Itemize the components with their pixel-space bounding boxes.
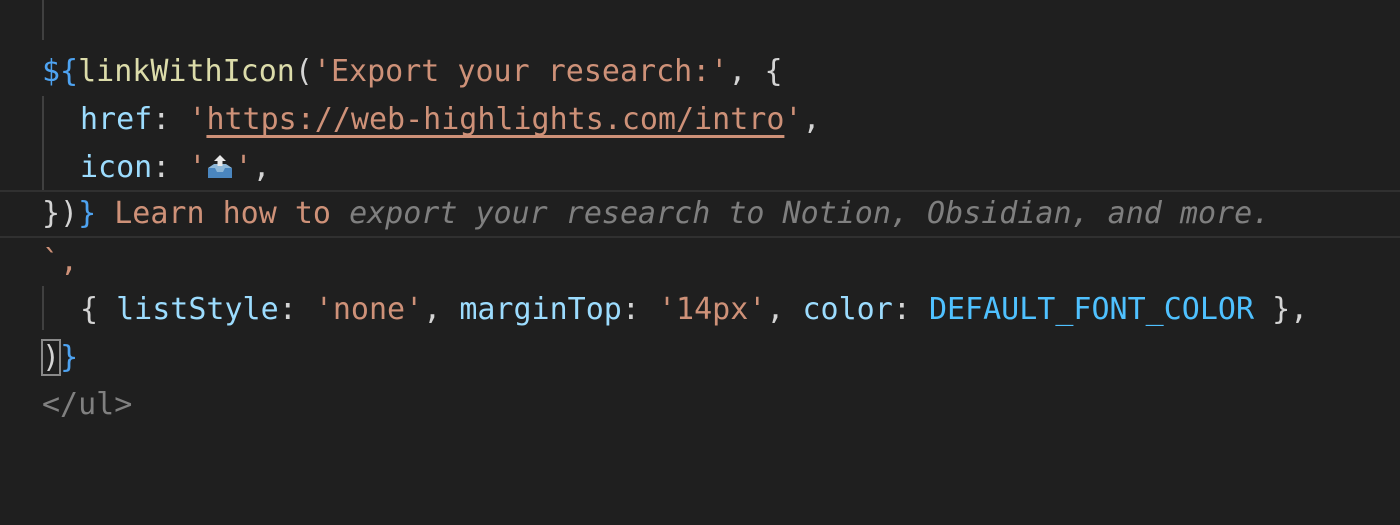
property-margintop: marginTop (459, 292, 622, 327)
code-line[interactable]: `, (0, 238, 1400, 286)
template-expression-close: } (78, 196, 97, 231)
template-expression-open: ${ (42, 54, 79, 89)
colon: : (892, 292, 929, 327)
colon: : (152, 102, 189, 137)
code-line[interactable]: )} (0, 334, 1400, 382)
string-literal: '14px' (658, 292, 767, 327)
function-name: linkWithIcon (78, 54, 295, 89)
comma: , (728, 54, 765, 89)
code-line[interactable]: icon: ' ', (0, 144, 1400, 192)
string-literal: 'none' (314, 292, 424, 327)
closing-ul-tag: </ul> (42, 387, 133, 422)
code-line[interactable]: </ul> (0, 381, 1400, 429)
paren-open: ( (294, 54, 313, 89)
code-line[interactable]: ` (0, 0, 1400, 26)
comma: , (802, 102, 821, 137)
brace-close: }, (1254, 292, 1309, 327)
template-end: `, (42, 244, 79, 279)
quote: ' (188, 150, 207, 185)
quote: ' (234, 150, 253, 185)
brace-open: { (80, 292, 117, 327)
url-link[interactable]: https://web-highlights.com/intro (206, 102, 784, 137)
colon: : (621, 292, 658, 327)
code-editor[interactable]: ` ${linkWithIcon('Export your research:'… (0, 0, 1400, 429)
code-line[interactable]: { listStyle: 'none', marginTop: '14px', … (0, 286, 1400, 334)
matched-paren: ) (40, 339, 62, 376)
template-backtick: ` (80, 0, 99, 19)
property-href: href (80, 102, 153, 137)
inline-suggestion[interactable]: export your research to Notion, Obsidian… (349, 196, 1270, 231)
string-literal: 'Export your research:' (312, 54, 729, 89)
brace-open: { (764, 54, 783, 89)
quote: ' (784, 102, 803, 137)
quote: ' (188, 102, 207, 137)
comma: , (423, 292, 460, 327)
code-line[interactable]: href: 'https://web-highlights.com/intro'… (0, 96, 1400, 144)
current-code-line[interactable]: })} Learn how to export your research to… (0, 190, 1400, 238)
outbox-tray-icon (206, 147, 234, 178)
template-text: Learn how to (96, 196, 350, 231)
property-liststyle: listStyle (116, 292, 279, 327)
constant-default-font-color: DEFAULT_FONT_COLOR (928, 292, 1255, 327)
colon: : (152, 150, 189, 185)
property-icon: icon (80, 150, 153, 185)
template-expression-close: } (60, 340, 79, 375)
property-color: color (802, 292, 893, 327)
comma: , (766, 292, 803, 327)
comma: , (252, 150, 271, 185)
brace-paren-close: }) (42, 196, 79, 231)
code-line[interactable]: ${linkWithIcon('Export your research:', … (0, 48, 1400, 96)
colon: : (278, 292, 315, 327)
